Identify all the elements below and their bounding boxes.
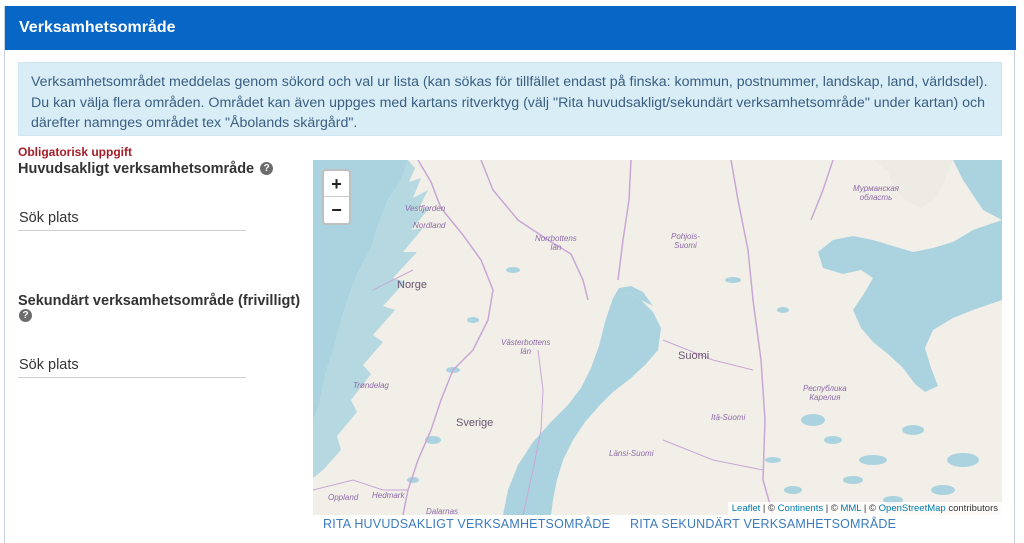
mml-link[interactable]: MML [840,503,861,514]
info-box: Verksamhetsområdet meddelas genom sökord… [18,62,1002,136]
openstreetmap-link[interactable]: OpenStreetMap [879,503,946,514]
activity-area-panel: Verksamhetsområde Verksamhetsområdet med… [4,6,1016,543]
map-label-sverige: Sverige [456,417,494,429]
map-label-norge: Norge [397,279,427,291]
help-icon[interactable]: ? [19,309,32,322]
zoom-in-button[interactable]: + [324,171,349,197]
secondary-area-label: Sekundärt verksamhetsområde (frivilligt) [18,293,301,309]
map-tiles [313,160,1002,515]
map-label-nordland: Nordland [413,221,446,230]
attribution-separator: | © [760,503,778,514]
map-label-ita-suomi: Itä-Suomi [711,413,746,422]
leaflet-link[interactable]: Leaflet [732,503,761,514]
continents-link[interactable]: Continents [778,503,823,514]
secondary-search-input[interactable] [18,352,246,378]
primary-search-input[interactable] [18,205,246,231]
zoom-out-button[interactable]: − [324,197,349,223]
help-icon[interactable]: ? [260,162,274,176]
attribution-contributors: contributors [945,503,998,514]
draw-secondary-area-button[interactable]: RITA SEKUNDÄRT VERKSAMHETSOMRÅDE [630,517,896,531]
panel-title: Verksamhetsområde [19,19,176,36]
draw-primary-area-button[interactable]: RITA HUVUDSAKLIGT VERKSAMHETSOMRÅDE [323,517,610,531]
map-label-suomi: Suomi [678,350,710,362]
map-label-lansi-suomi: Länsi-Suomi [609,449,654,458]
primary-area-label: Huvudsakligt verksamhetsområde [18,161,255,177]
map-label-oppland: Oppland [328,493,359,502]
map-label-murmansk: Мурманская область [853,184,899,202]
map-label-vasterbottens: Västerbottens län [501,338,551,356]
map-label-vestfjorden: Vestfjorden [405,204,446,213]
map-label-norrbottens: Norrbottens län [535,234,577,252]
map-label-dalarnas: Dalarnas [426,507,459,515]
map-label-hedmark: Hedmark [372,491,405,500]
map-attribution: Leaflet | © Continents | © MML | © OpenS… [727,502,1002,515]
map-label-pohjois-suomi: Pohjois- Suomi [671,232,700,250]
primary-area-label-row: Huvudsakligt verksamhetsområde? [18,160,274,178]
info-text: Verksamhetsområdet meddelas genom sökord… [31,74,988,131]
map-label-trondelag: Trøndelag [353,381,389,390]
map[interactable]: + − Vestfjorden Nordland Norrbottens län… [313,160,1002,515]
required-notice: Obligatorisk uppgift [18,145,132,159]
attribution-separator: | © [861,503,879,514]
secondary-area-label-row: Sekundärt verksamhetsområde (frivilligt) [18,292,300,310]
attribution-separator: | © [823,503,841,514]
map-label-karelia: Республика Карелия [803,384,847,402]
panel-header: Verksamhetsområde [5,6,1016,50]
zoom-control: + − [322,169,351,225]
